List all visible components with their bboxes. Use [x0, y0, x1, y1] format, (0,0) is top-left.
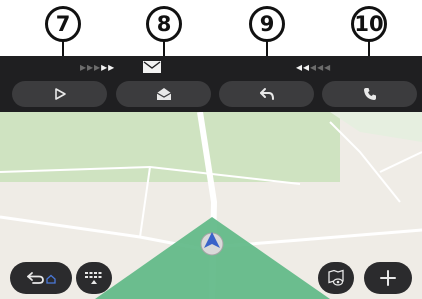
map-eye-icon [328, 269, 344, 286]
callout-8-leader [163, 40, 165, 56]
add-button[interactable] [364, 262, 412, 294]
callout-8: 8 [146, 6, 182, 42]
callout-7: 7 [45, 6, 81, 42]
plus-icon [380, 270, 396, 286]
notification-row: ▸▸▸▸▸ ◂◂◂◂◂ [0, 56, 422, 78]
notification-bar: ▸▸▸▸▸ ◂◂◂◂◂ [0, 56, 422, 112]
callout-10-leader [368, 40, 370, 56]
play-next-arrows-icon: ▸▸▸▸▸ [80, 60, 116, 74]
map-view-button[interactable] [318, 262, 354, 294]
callout-9-leader [266, 40, 268, 56]
callout-9: 9 [249, 6, 285, 42]
reply-icon [259, 88, 274, 100]
phone-icon [363, 88, 376, 100]
play-button[interactable] [12, 81, 107, 107]
play-icon [54, 88, 66, 100]
message-button[interactable] [116, 81, 211, 107]
rewind-arrows-icon: ◂◂◂◂◂ [296, 60, 332, 74]
apps-grid-icon [85, 272, 102, 284]
infotainment-screen: ▸▸▸▸▸ ◂◂◂◂◂ [0, 56, 422, 299]
callout-7-leader [62, 40, 64, 56]
reply-button[interactable] [219, 81, 314, 107]
back-home-button[interactable] [10, 262, 72, 294]
callout-strip: 7 8 9 10 [0, 0, 422, 56]
mail-open-icon [156, 88, 171, 100]
park-area [0, 112, 340, 182]
call-button[interactable] [322, 81, 417, 107]
mail-icon [143, 61, 161, 73]
apps-grid-button[interactable] [76, 262, 112, 294]
back-home-icon [27, 272, 56, 284]
callout-10: 10 [351, 6, 387, 42]
